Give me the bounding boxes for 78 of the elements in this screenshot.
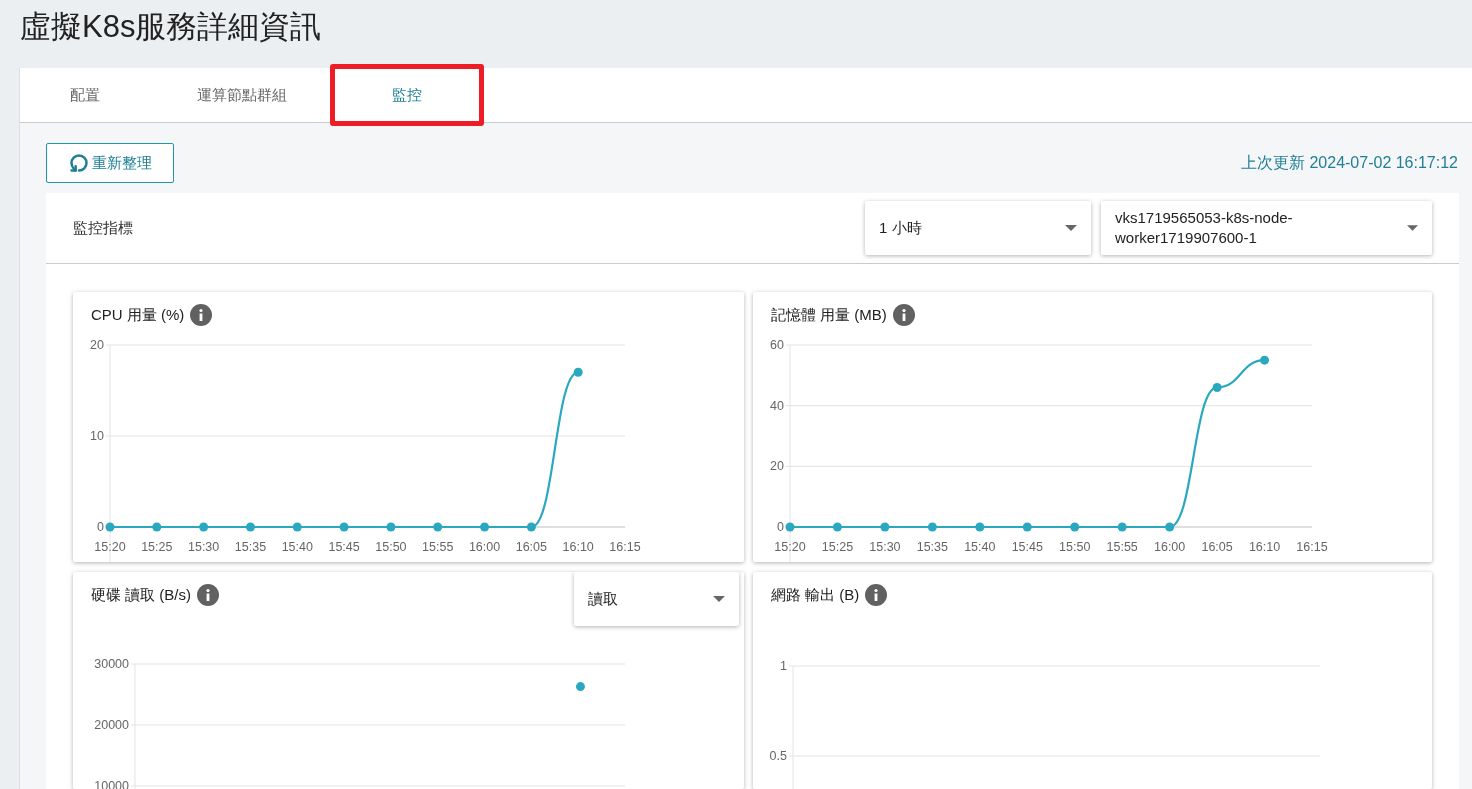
data-point [1260,355,1270,365]
axis-label: 20 [90,337,104,352]
chart-title: 硬碟 讀取 (B/s) [91,585,191,605]
data-point [339,522,349,532]
axis-label: 1 [780,659,787,673]
data-point [1212,382,1222,392]
axis-label: 60 [770,337,784,352]
data-point [152,522,162,532]
data-point [199,522,209,532]
data-point [1165,522,1175,532]
caret-icon [1065,225,1077,231]
time-range-dropdown[interactable]: 1 小時 [865,201,1091,255]
last-updated-text: 上次更新 2024-07-02 16:17:12 [1241,152,1458,173]
axis-label: 15:35 [916,539,948,554]
data-point [245,522,255,532]
data-point [1022,522,1032,532]
axis-label: 15:45 [328,539,360,554]
info-icon[interactable] [892,304,915,326]
data-point [927,522,937,532]
data-point [975,522,985,532]
data-point [480,522,490,532]
axis-label: 0 [97,519,104,534]
refresh-icon [68,153,89,173]
data-point [386,522,396,532]
info-icon[interactable] [197,584,219,606]
info-icon[interactable] [190,304,213,326]
metric-dropdown[interactable]: 讀取 [574,572,739,626]
data-point [573,367,583,377]
axis-label: 15:30 [869,539,901,554]
axis-label: 15:45 [1011,539,1043,554]
axis-label: 10 [90,428,104,443]
axis-label: 16:00 [1154,539,1186,554]
axis-label: 16:05 [515,539,547,554]
refresh-button[interactable]: 重新整理 [46,143,174,183]
axis-label: 15:40 [281,539,313,554]
axis-label: 15:50 [1059,539,1091,554]
data-point [433,522,443,532]
axis-label: 15:25 [141,539,173,554]
data-point [880,522,890,532]
axis-label: 0 [777,519,784,534]
axis-label: 15:30 [188,539,220,554]
data-point [105,522,115,532]
axis-label: 16:05 [1201,539,1233,554]
chart-title: 記憶體 用量 (MB) [771,305,887,325]
page-title: 虛擬K8s服務詳細資訊 [19,8,323,46]
axis-label: 20 [770,459,784,474]
caret-icon [1407,225,1418,231]
axis-label: 15:35 [234,539,267,554]
axis-label: 30000 [94,657,129,671]
data-point [575,682,585,692]
axis-label: 15:40 [964,539,996,554]
axis-label: 0.5 [769,749,787,763]
panel-title: 監控指標 [73,218,134,238]
axis-label: 16:10 [562,539,594,554]
axis-label: 15:25 [821,539,854,554]
axis-label: 16:10 [1248,539,1281,554]
axis-label: 20000 [94,718,129,732]
axis-label: 16:00 [468,539,501,554]
chart-title: CPU 用量 (%) [91,305,185,325]
node-dropdown[interactable]: vks1719565053-k8s-node-worker1719907600-1 [1101,201,1432,255]
data-point [1117,522,1127,532]
caret-icon [713,596,725,602]
axis-label: 15:55 [422,539,454,554]
axis-label: 15:20 [774,539,806,554]
axis-label: 16:15 [1296,539,1328,554]
info-icon[interactable] [865,584,888,606]
data-point [526,522,536,532]
data-point [785,522,795,532]
axis-label: 15:20 [94,539,126,554]
axis-label: 16:15 [609,539,641,554]
data-point [292,522,302,532]
axis-label: 15:50 [375,539,407,554]
axis-label: 15:55 [1106,539,1138,554]
axis-label: 40 [770,398,784,413]
tab[interactable]: 監控 [330,64,484,126]
chart-title: 網路 輸出 (B) [771,585,860,605]
data-point [1070,522,1080,532]
data-point [832,522,842,532]
